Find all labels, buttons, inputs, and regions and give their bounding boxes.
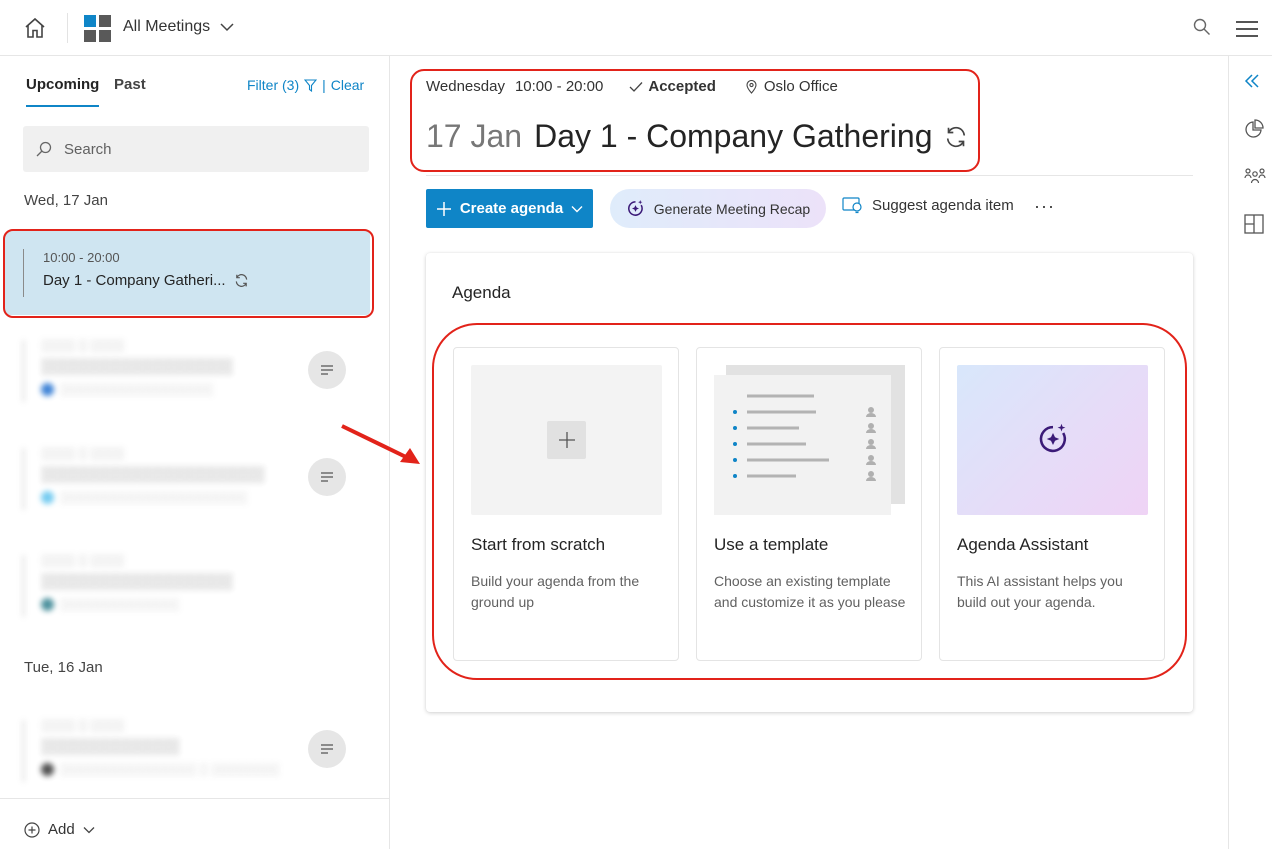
tab-upcoming[interactable]: Upcoming [26,76,100,107]
chevron-down-icon [83,826,95,833]
meeting-indicator-bar [23,555,24,617]
suggest-agenda-item-button[interactable]: Suggest agenda item [842,197,1014,214]
add-circle-icon [24,821,40,838]
blurred-title: ░░░░░░░░░░░░░░░░░░ [41,573,233,590]
clear-filter-link[interactable]: Clear [331,77,364,93]
note-icon[interactable] [308,351,346,389]
all-meetings-dropdown[interactable]: All Meetings [123,18,234,36]
layout-icon[interactable] [1244,214,1264,239]
chevron-down-icon [571,205,583,212]
chevron-down-icon [220,23,234,32]
search-placeholder: Search [64,140,112,158]
suggest-label: Suggest agenda item [872,197,1014,214]
generate-recap-label: Generate Meeting Recap [653,200,811,217]
list-item[interactable]: ░░░░ ░ ░░░░ ░░░░░░░░░░░░░░░░░░ ░░░░░░░░░… [23,553,363,623]
search-icon [36,141,52,157]
blurred-title: ░░░░░░░░░░░░░░░░░░ [41,358,233,375]
hamburger-menu-icon[interactable] [1236,21,1258,42]
date-header: Tue, 16 Jan [24,659,103,676]
meeting-indicator-bar [23,720,24,782]
filter-row: Filter (3) | Clear [247,77,364,93]
blurred-time: ░░░░ ░ ░░░░ [41,553,125,567]
blurred-time: ░░░░ ░ ░░░░ [41,338,125,352]
blurred-title: ░░░░░░░░░░░░░░░░░░░░░ [41,466,265,483]
filter-separator: | [322,77,326,93]
top-bar: All Meetings [0,0,1272,56]
blurred-time: ░░░░ ░ ░░░░ [41,446,125,460]
agenda-heading: Agenda [452,283,511,302]
generate-recap-button[interactable]: Generate Meeting Recap [610,189,826,228]
blurred-subtitle: ░░░░░░░░░░░░░░░░ ░ ░░░░░░░░ [41,762,279,776]
filter-icon[interactable] [304,78,318,92]
add-label: Add [48,821,75,838]
pie-chart-icon[interactable] [1244,119,1264,144]
blurred-time: ░░░░ ░ ░░░░ [41,718,125,732]
plus-icon [436,201,451,216]
divider [67,13,68,43]
meeting-indicator-bar [23,448,24,510]
people-icon[interactable] [1244,167,1266,190]
divider [426,175,1193,176]
add-button[interactable]: Add [24,821,95,838]
note-icon[interactable] [308,730,346,768]
filter-button[interactable]: Filter (3) [247,77,299,93]
blurred-subtitle: ░░░░░░░░░░░░░░░░░░ [41,382,213,396]
highlight-annotation [432,323,1187,680]
blurred-title: ░░░░░░░░░░░░░ [41,738,180,755]
blurred-subtitle: ░░░░░░░░░░░░░░ [41,597,179,611]
annotation-arrow [341,424,420,464]
search-icon[interactable] [1193,18,1211,41]
right-rail [1228,56,1272,849]
home-icon[interactable] [22,15,48,41]
more-options-button[interactable]: ··· [1034,196,1055,217]
search-input[interactable]: Search [23,126,369,172]
tab-past[interactable]: Past [114,76,146,93]
lightbulb-icon [842,197,862,214]
date-header: Wed, 17 Jan [24,192,108,209]
collapse-icon[interactable] [1244,73,1260,94]
create-agenda-label: Create agenda [459,200,564,217]
meeting-indicator-bar [23,340,24,402]
sparkle-icon [627,199,643,216]
highlight-annotation [410,69,980,172]
apps-icon[interactable] [84,15,111,42]
sidebar-footer: Add [0,798,389,849]
highlight-annotation [3,229,374,318]
blurred-subtitle: ░░░░░░░░░░░░░░░░░░░░░░ [41,490,247,504]
all-meetings-label: All Meetings [123,18,211,35]
meetings-sidebar: Upcoming Past Filter (3) | Clear Search … [0,56,390,849]
create-agenda-button[interactable]: Create agenda [426,189,593,228]
